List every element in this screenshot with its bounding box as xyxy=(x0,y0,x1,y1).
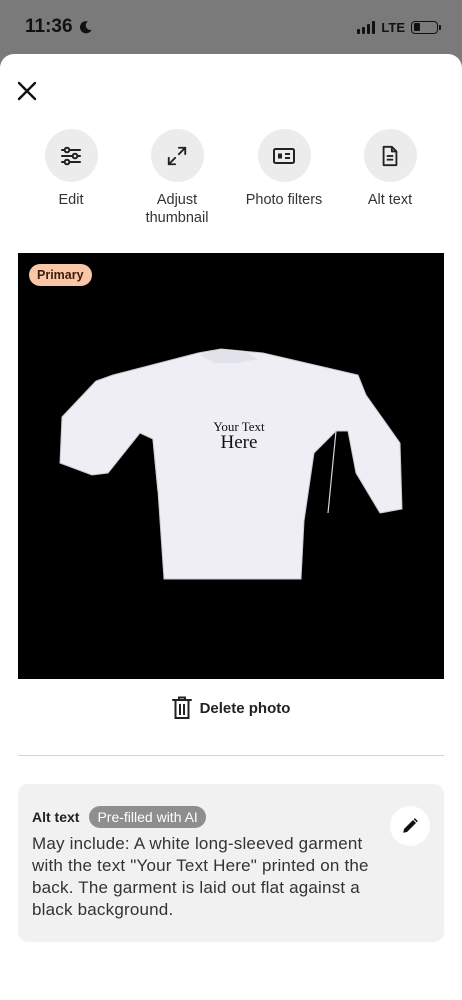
close-icon[interactable] xyxy=(13,77,41,105)
alt-text-card[interactable]: Alt text Pre-filled with AI May include:… xyxy=(18,784,444,942)
pencil-icon xyxy=(403,818,418,833)
ai-prefilled-badge: Pre-filled with AI xyxy=(89,806,206,828)
photo-filters-label: Photo filters xyxy=(245,192,323,208)
clock-text: 11:36 xyxy=(25,16,73,37)
status-time: 11:36 xyxy=(25,16,93,38)
alt-text-label: Alt text xyxy=(367,192,413,208)
status-icons: LTE xyxy=(357,19,441,35)
document-icon xyxy=(363,129,417,182)
shirt-image: Your Text Here xyxy=(59,348,403,580)
divider xyxy=(18,755,444,756)
status-bar: 11:36 LTE xyxy=(0,0,462,54)
alt-text-button[interactable]: Alt text xyxy=(335,129,445,209)
photo-actions: Edit Adjust thumbnail Photo filters Alt … xyxy=(0,129,462,239)
adjust-thumbnail-label: Adjust thumbnail xyxy=(145,192,209,226)
product-photo[interactable]: Your Text Here Primary xyxy=(18,253,444,679)
shirt-text-line2: Here xyxy=(221,432,258,453)
delete-photo-label: Delete photo xyxy=(199,699,291,717)
sliders-icon xyxy=(44,129,98,182)
delete-photo-button[interactable]: Delete photo xyxy=(0,694,462,722)
trash-icon xyxy=(171,696,192,719)
primary-badge: Primary xyxy=(29,264,92,286)
edit-label: Edit xyxy=(58,192,84,208)
adjust-thumbnail-button[interactable]: Adjust thumbnail xyxy=(122,129,232,227)
alt-text-title: Alt text xyxy=(32,809,80,825)
alt-text-header: Alt text Pre-filled with AI xyxy=(32,806,430,828)
photo-edit-sheet: Edit Adjust thumbnail Photo filters Alt … xyxy=(0,54,462,1000)
battery-icon xyxy=(411,20,441,34)
moon-icon xyxy=(79,20,92,33)
id-card-icon xyxy=(257,129,311,182)
expand-icon xyxy=(150,129,204,182)
edit-button[interactable]: Edit xyxy=(16,129,126,209)
photo-filters-button[interactable]: Photo filters xyxy=(229,129,339,209)
edit-alt-text-button[interactable] xyxy=(390,806,430,846)
signal-icon xyxy=(357,20,376,34)
network-label: LTE xyxy=(381,19,405,35)
alt-text-body: May include: A white long-sleeved garmen… xyxy=(32,834,369,919)
